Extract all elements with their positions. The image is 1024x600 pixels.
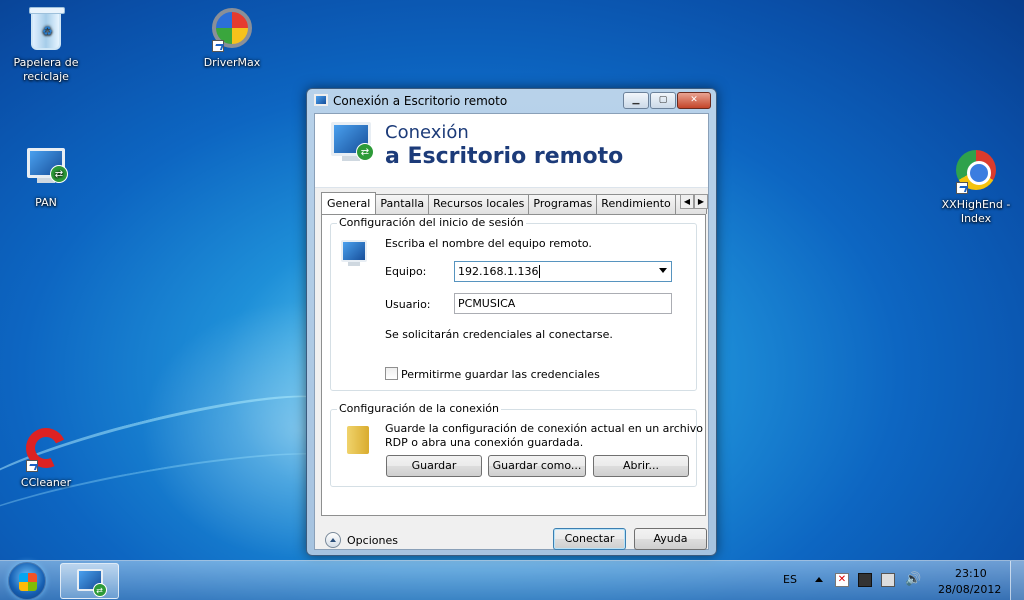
taskbar: ⇄ ES ✕ 🔊 23:10 28/08/2012 bbox=[0, 560, 1024, 600]
open-button[interactable]: Abrir... bbox=[593, 455, 689, 477]
tab-recursos-locales[interactable]: Recursos locales bbox=[428, 194, 530, 214]
connection-description-line2: RDP o abra una conexión guardada. bbox=[385, 436, 584, 449]
computer-value: 192.168.1.136 bbox=[458, 265, 539, 278]
logon-settings-group: Configuración del inicio de sesión Escri… bbox=[330, 216, 697, 391]
tab-strip: General Pantalla Recursos locales Progra… bbox=[321, 192, 707, 214]
desktop-icon-label: Papelera de bbox=[13, 56, 79, 69]
tab-page-general: Configuración del inicio de sesión Escri… bbox=[321, 214, 706, 516]
desktop-icon-label: reciclaje bbox=[23, 70, 69, 83]
shortcut-arrow-icon bbox=[26, 460, 38, 472]
start-button[interactable] bbox=[8, 562, 46, 600]
action-center-flag-icon[interactable]: ✕ bbox=[835, 573, 849, 587]
desktop-icon-label: CCleaner bbox=[20, 476, 72, 489]
drivermax-icon bbox=[210, 8, 254, 52]
desktop-icon-xxhighend[interactable]: XXHighEnd - Index bbox=[936, 150, 1016, 226]
group-title: Configuración del inicio de sesión bbox=[337, 216, 526, 229]
tab-programas[interactable]: Programas bbox=[528, 194, 598, 214]
shortcut-arrow-icon bbox=[956, 182, 968, 194]
remote-desktop-icon: ⇄ bbox=[24, 148, 68, 192]
user-label: Usuario: bbox=[385, 298, 431, 311]
window-client: ⇄ Conexión a Escritorio remoto General P… bbox=[314, 113, 709, 550]
volume-icon[interactable]: 🔊 bbox=[905, 573, 921, 587]
minimize-button[interactable]: ▁ bbox=[623, 92, 649, 109]
remote-desktop-small-icon bbox=[314, 94, 328, 106]
computer-label: Equipo: bbox=[385, 265, 427, 278]
desktop-icon-recycle-bin[interactable]: ♻ Papelera de reciclaje bbox=[6, 7, 86, 84]
options-toggle-icon[interactable] bbox=[325, 532, 341, 548]
maximize-button[interactable]: ▢ bbox=[650, 92, 676, 109]
remote-desktop-window: Conexión a Escritorio remoto ▁ ▢ ✕ ⇄ Con… bbox=[306, 88, 717, 556]
recycle-bin-icon: ♻ bbox=[24, 7, 68, 52]
header-title-line1: Conexión bbox=[385, 122, 469, 143]
desktop-icon-ccleaner[interactable]: CCleaner bbox=[6, 422, 86, 490]
group-title: Configuración de la conexión bbox=[337, 402, 501, 415]
desktop-icon-label: PAN bbox=[35, 196, 57, 209]
desktop-icon-pan[interactable]: ⇄ PAN bbox=[6, 148, 86, 210]
clock-date[interactable]: 28/08/2012 bbox=[938, 583, 1001, 596]
taskbar-remote-desktop-button[interactable]: ⇄ bbox=[60, 563, 119, 599]
window-titlebar[interactable]: Conexión a Escritorio remoto ▁ ▢ ✕ bbox=[307, 89, 716, 113]
computer-icon bbox=[341, 240, 367, 266]
connection-description-line1: Guarde la configuración de conexión actu… bbox=[385, 422, 704, 435]
remote-desktop-large-icon: ⇄ bbox=[331, 122, 374, 161]
language-indicator[interactable]: ES bbox=[783, 573, 797, 586]
show-hidden-icons-icon[interactable] bbox=[812, 573, 826, 587]
remote-desktop-icon: ⇄ bbox=[76, 569, 107, 597]
computer-combobox[interactable]: 192.168.1.136 bbox=[454, 261, 672, 282]
windows-logo-icon bbox=[19, 573, 37, 591]
save-credentials-checkbox[interactable] bbox=[385, 367, 398, 380]
tab-rendimiento[interactable]: Rendimiento bbox=[596, 194, 676, 214]
desktop-icon-label: XXHighEnd - bbox=[941, 198, 1011, 211]
chrome-icon bbox=[954, 150, 998, 194]
desktop-icon-label: Index bbox=[960, 212, 992, 225]
network-icon[interactable] bbox=[881, 573, 895, 587]
tab-pantalla[interactable]: Pantalla bbox=[375, 194, 430, 214]
window-header: ⇄ Conexión a Escritorio remoto bbox=[315, 114, 708, 188]
user-field[interactable]: PCMUSICA bbox=[454, 293, 672, 314]
usb-device-icon[interactable] bbox=[858, 573, 872, 587]
show-desktop-button[interactable] bbox=[1010, 561, 1024, 600]
help-button[interactable]: Ayuda bbox=[634, 528, 707, 550]
instruction-text: Escriba el nombre del equipo remoto. bbox=[385, 237, 592, 250]
header-title-line2: a Escritorio remoto bbox=[385, 144, 624, 169]
connection-settings-group: Configuración de la conexión Guarde la c… bbox=[330, 402, 703, 487]
desktop-icon-label: DriverMax bbox=[203, 56, 261, 69]
ccleaner-icon bbox=[20, 422, 72, 474]
tab-scroll-right-icon[interactable]: ▶ bbox=[694, 194, 708, 209]
save-button[interactable]: Guardar bbox=[386, 455, 482, 477]
options-toggle-label[interactable]: Opciones bbox=[347, 534, 398, 547]
connect-button[interactable]: Conectar bbox=[553, 528, 626, 550]
window-title: Conexión a Escritorio remoto bbox=[333, 94, 508, 108]
clock-time[interactable]: 23:10 bbox=[955, 567, 987, 580]
options-panel: General Pantalla Recursos locales Progra… bbox=[315, 188, 708, 550]
desktop-icon-drivermax[interactable]: DriverMax bbox=[192, 8, 272, 70]
tab-general[interactable]: General bbox=[321, 192, 377, 214]
close-button[interactable]: ✕ bbox=[677, 92, 711, 109]
folder-icon bbox=[347, 426, 369, 454]
chevron-down-icon[interactable] bbox=[659, 268, 667, 273]
tab-scroll-left-icon[interactable]: ◀ bbox=[680, 194, 694, 209]
shortcut-arrow-icon bbox=[212, 40, 224, 52]
credentials-note: Se solicitarán credenciales al conectars… bbox=[385, 328, 613, 341]
save-credentials-label: Permitirme guardar las credenciales bbox=[401, 368, 600, 381]
save-as-button[interactable]: Guardar como... bbox=[488, 455, 586, 477]
